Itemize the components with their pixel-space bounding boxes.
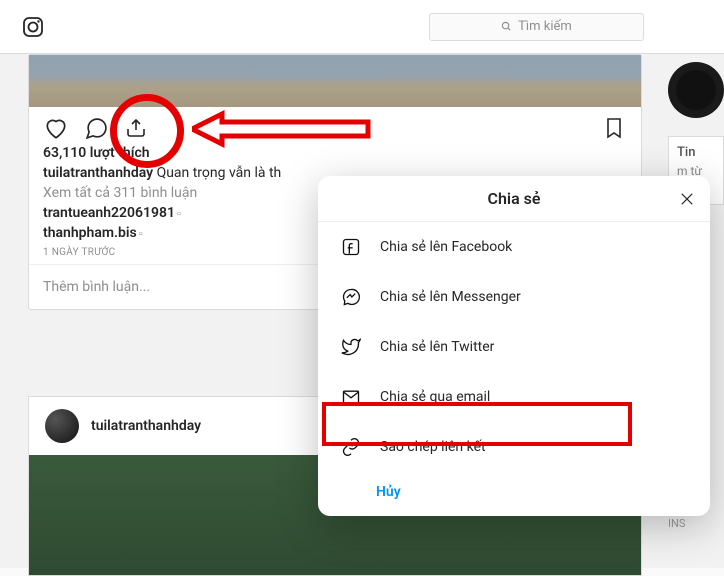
post-actions <box>29 107 641 145</box>
email-icon <box>340 386 362 408</box>
share-modal: Chia sẻ Chia sẻ lên Facebook Chia sẻ lên… <box>318 176 710 516</box>
share-messenger-row[interactable]: Chia sẻ lên Messenger <box>318 272 710 322</box>
share-twitter-label: Chia sẻ lên Twitter <box>380 339 494 355</box>
bookmark-icon[interactable] <box>601 115 627 141</box>
share-icon[interactable] <box>123 115 149 141</box>
comment-icon[interactable] <box>83 115 109 141</box>
messenger-icon <box>340 286 362 308</box>
share-facebook-label: Chia sẻ lên Facebook <box>380 239 512 255</box>
caption-username[interactable]: tuilatranthanhday <box>43 165 153 181</box>
likes-count[interactable]: 63,110 lượt thích <box>29 145 641 161</box>
post2-username[interactable]: tuilatranthanhday <box>91 418 201 434</box>
facebook-icon <box>340 236 362 258</box>
copy-link-row[interactable]: Sao chép liên kết <box>318 422 710 472</box>
modal-header: Chia sẻ <box>318 176 710 222</box>
story-avatar[interactable] <box>668 62 724 118</box>
copy-link-label: Sao chép liên kết <box>380 439 486 455</box>
share-twitter-row[interactable]: Chia sẻ lên Twitter <box>318 322 710 372</box>
search-placeholder: Tìm kiếm <box>518 19 572 34</box>
twitter-icon <box>340 336 362 358</box>
caption-text: Quan trọng vẫn là th <box>157 165 282 181</box>
share-facebook-row[interactable]: Chia sẻ lên Facebook <box>318 222 710 272</box>
instagram-logo-icon[interactable] <box>20 14 46 40</box>
close-icon[interactable] <box>676 188 698 210</box>
post-image[interactable] <box>29 55 641 107</box>
comment-user-1[interactable]: trantueanh22061981 <box>43 205 175 221</box>
share-messenger-label: Chia sẻ lên Messenger <box>380 289 521 305</box>
like-icon[interactable] <box>43 115 69 141</box>
search-input[interactable]: Tìm kiếm <box>429 13 644 41</box>
comment-user-2[interactable]: thanhpham.bis <box>43 225 137 241</box>
link-icon <box>340 436 362 458</box>
modal-title: Chia sẻ <box>488 189 541 208</box>
stories-label: Tin <box>669 137 723 164</box>
cancel-button[interactable]: Hủy <box>354 472 710 516</box>
avatar[interactable] <box>45 409 79 443</box>
share-email-label: Chia sẻ qua email <box>380 389 490 405</box>
top-bar: Tìm kiếm <box>0 0 724 54</box>
share-email-row[interactable]: Chia sẻ qua email <box>318 372 710 422</box>
